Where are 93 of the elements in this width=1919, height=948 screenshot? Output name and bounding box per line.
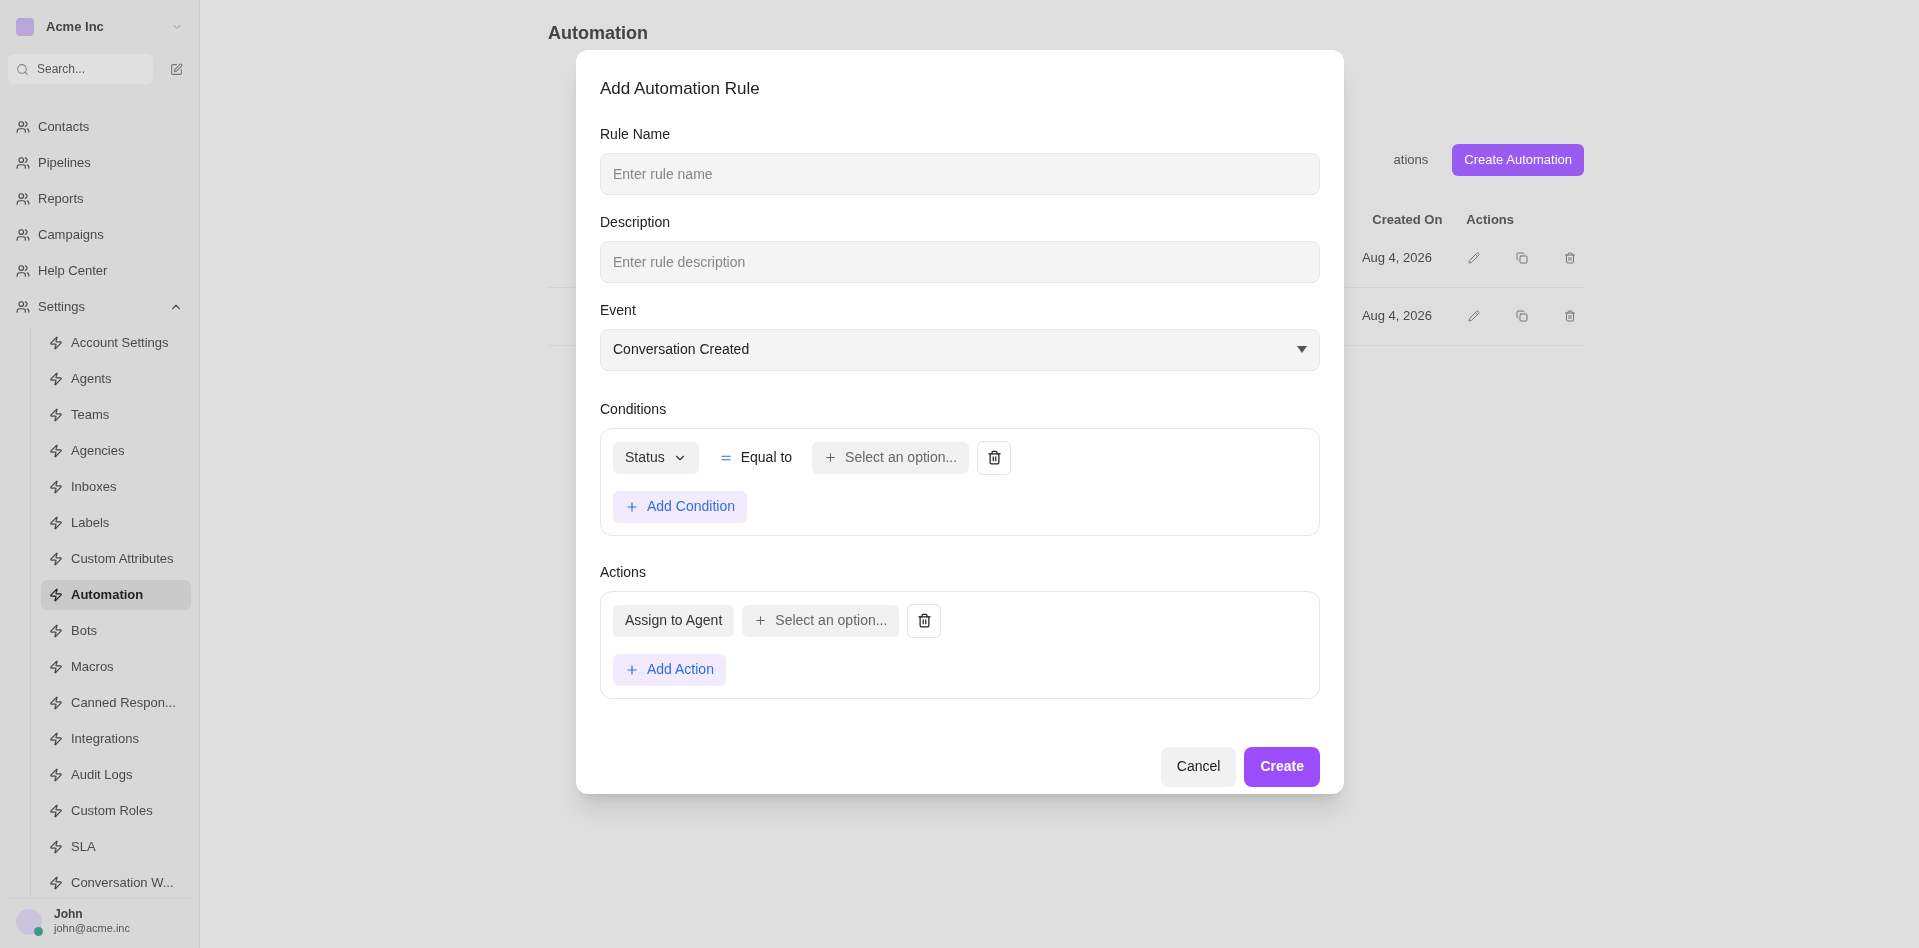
item-icon	[49, 372, 63, 386]
delete-icon[interactable]	[1564, 252, 1576, 264]
edit-icon[interactable]	[1468, 252, 1480, 264]
value-select[interactable]: Select an option...	[812, 441, 970, 474]
value-select[interactable]: Select an option...	[742, 604, 900, 637]
search-icon	[16, 62, 29, 76]
sidebar-item[interactable]: Canned Respon...	[41, 688, 191, 718]
sidebar-item[interactable]: SLA	[41, 832, 191, 862]
tab[interactable]: ations	[1393, 150, 1429, 170]
sidebar-item[interactable]: Pipelines	[8, 148, 191, 178]
plus-icon	[754, 614, 768, 627]
sidebar-item[interactable]: Bots	[41, 616, 191, 646]
item-icon	[49, 336, 63, 350]
copy-icon[interactable]	[1516, 310, 1528, 322]
sidebar-item[interactable]: Labels	[41, 508, 191, 538]
field-label: Rule Name	[600, 124, 672, 144]
user-name: John	[54, 907, 84, 923]
delete-button[interactable]	[977, 440, 1012, 475]
sidebar-item[interactable]: Custom Attributes	[41, 544, 191, 574]
sidebar-item[interactable]: Macros	[41, 652, 191, 682]
sidebar-item[interactable]: Campaigns	[8, 220, 191, 250]
action-select[interactable]: Assign to Agent	[613, 604, 735, 637]
sidebar-item[interactable]: Settings	[8, 292, 169, 322]
compose-icon	[169, 62, 183, 76]
item-icon	[49, 840, 63, 854]
user-email: john@acme.inc	[54, 922, 130, 936]
sidebar-item[interactable]: Audit Logs	[41, 760, 191, 790]
sidebar-item[interactable]: Conversation W...	[41, 868, 191, 898]
item-icon	[49, 516, 63, 530]
create-button[interactable]: Create	[1244, 746, 1320, 787]
plus-icon	[625, 662, 639, 677]
column-header: Actions	[1466, 211, 1514, 229]
sidebar-item[interactable]: Automation	[41, 580, 191, 610]
add-action-button[interactable]: Add Action	[613, 653, 726, 686]
sidebar-item[interactable]: Account Settings	[41, 328, 191, 358]
item-icon	[49, 732, 63, 746]
item-icon	[16, 120, 30, 134]
sidebar-item[interactable]: Custom Roles	[41, 796, 191, 826]
input-field[interactable]: Enter rule name	[600, 152, 1320, 195]
item-icon	[49, 444, 63, 458]
item-icon	[16, 228, 30, 242]
search-field[interactable]: Search...	[8, 54, 153, 84]
sidebar-item[interactable]: Contacts	[8, 112, 191, 142]
item-icon	[49, 876, 63, 890]
item-icon	[49, 552, 63, 566]
item-icon	[49, 696, 63, 710]
field-label: Event	[600, 300, 637, 320]
item-icon	[16, 300, 30, 314]
edit-icon[interactable]	[1468, 310, 1480, 322]
sidebar-item[interactable]: Inboxes	[41, 472, 191, 502]
sidebar-item[interactable]: Reports	[8, 184, 191, 214]
operator-select[interactable]: Equal to	[706, 441, 805, 474]
plus-icon	[625, 499, 639, 514]
sidebar-item[interactable]: Integrations	[41, 724, 191, 754]
create-automation-button[interactable]: Create Automation	[1452, 144, 1584, 176]
column-header: Created On	[1372, 211, 1443, 229]
field-label: Description	[600, 212, 672, 232]
cancel-button[interactable]: Cancel	[1160, 746, 1237, 787]
copy-icon[interactable]	[1516, 252, 1528, 264]
item-icon	[49, 588, 63, 602]
trash-icon	[986, 450, 1002, 465]
item-icon	[16, 156, 30, 170]
item-icon	[16, 192, 30, 206]
section-label: Conditions	[600, 399, 668, 419]
dialog-title: Add Automation Rule	[600, 78, 761, 100]
attribute-select[interactable]: Status	[613, 441, 699, 474]
workspace-name[interactable]: Acme Inc	[46, 17, 159, 37]
section-label: Actions	[600, 562, 647, 582]
trash-icon	[916, 613, 932, 628]
item-icon	[49, 408, 63, 422]
delete-icon[interactable]	[1564, 310, 1576, 322]
sidebar-item[interactable]: Help Center	[8, 256, 191, 286]
avatar[interactable]	[16, 908, 42, 935]
item-icon	[49, 804, 63, 818]
online-status-icon	[34, 926, 43, 936]
sidebar-item[interactable]: Teams	[41, 400, 191, 430]
page-title: Automation	[548, 22, 649, 45]
table-cell-text: Aug 4, 2026	[1361, 249, 1432, 268]
add-condition-button[interactable]: Add Condition	[613, 490, 747, 523]
sidebar-item[interactable]: Agencies	[41, 436, 191, 466]
item-icon	[49, 660, 63, 674]
event-select[interactable]: Conversation Created	[600, 328, 1320, 371]
item-icon	[49, 768, 63, 782]
item-icon	[16, 264, 30, 278]
sidebar-item[interactable]: Agents	[41, 364, 191, 394]
workspace-logo-icon	[16, 18, 34, 36]
table-cell-text: Aug 4, 2026	[1361, 307, 1432, 326]
dropdown-icon	[1297, 346, 1307, 353]
item-icon	[49, 480, 63, 494]
input-field[interactable]: Enter rule description	[600, 240, 1320, 283]
item-icon	[49, 624, 63, 638]
plus-icon	[824, 451, 838, 464]
delete-button[interactable]	[907, 603, 942, 638]
